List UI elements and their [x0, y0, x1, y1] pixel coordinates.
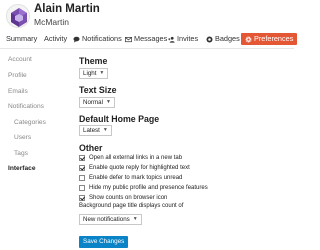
envelope-icon [125, 36, 132, 43]
caret-down-icon: ▼ [102, 127, 108, 133]
tab-badges-label: Badges [215, 34, 240, 43]
gear-icon [245, 36, 252, 43]
sidebar-item-tags[interactable]: Tags [14, 150, 28, 157]
checkbox[interactable] [79, 155, 85, 161]
text-size-select-value: Normal [83, 99, 103, 106]
title-count-select[interactable]: New notifications ▼ [79, 214, 142, 225]
badge-icon [206, 35, 213, 43]
caret-down-icon: ▼ [99, 70, 105, 76]
user-handle: McMartin [34, 17, 69, 27]
option-external-links[interactable]: Open all external links in a new tab [79, 154, 182, 162]
theme-title: Theme [79, 56, 108, 66]
home-page-select-value: Latest [83, 127, 100, 134]
title-count-label: Background page title displays count of [79, 203, 184, 209]
user-header: Alain Martin McMartin [0, 0, 294, 32]
user-plus-icon [168, 36, 175, 43]
nav-divider [0, 48, 294, 49]
sidebar-item-account[interactable]: Account [8, 56, 32, 63]
sidebar-item-emails[interactable]: Emails [8, 88, 28, 95]
caret-down-icon: ▼ [105, 99, 111, 105]
tab-summary-label: Summary [6, 34, 38, 43]
option-label: Show counts on browser icon [89, 195, 168, 201]
option-label: Open all external links in a new tab [89, 155, 183, 161]
other-title: Other [79, 143, 103, 153]
option-label: Enable defer to mark topics unread [89, 175, 183, 181]
avatar[interactable] [6, 4, 30, 28]
comment-icon [73, 36, 80, 43]
text-size-select[interactable]: Normal ▼ [79, 97, 115, 108]
text-size-title: Text Size [79, 85, 117, 95]
option-label: Enable quote reply for highlighted text [89, 165, 190, 171]
tab-notifications-label: Notifications [82, 34, 122, 43]
tab-summary[interactable]: Summary [6, 33, 37, 45]
home-page-title: Default Home Page [79, 114, 160, 124]
option-browser-counts[interactable]: Show counts on browser icon [79, 194, 167, 202]
profile-nav: Summary Activity Notifications Messages … [0, 33, 298, 46]
sidebar-item-notifications[interactable]: Notifications [8, 103, 44, 110]
tab-preferences-label: Preferences [254, 34, 294, 43]
tab-activity-label: Activity [44, 34, 68, 43]
option-hide-profile[interactable]: Hide my public profile and presence feat… [79, 184, 208, 192]
home-page-select[interactable]: Latest ▼ [79, 125, 112, 136]
tab-messages-label: Messages [134, 34, 168, 43]
sidebar-item-users[interactable]: Users [14, 134, 31, 141]
tab-badges[interactable]: Badges [206, 33, 240, 45]
tab-preferences[interactable]: Preferences [241, 33, 298, 45]
theme-select[interactable]: Light ▼ [79, 68, 109, 79]
checkbox[interactable] [79, 165, 85, 171]
option-label: Hide my public profile and presence feat… [89, 185, 208, 191]
tab-messages[interactable]: Messages [125, 33, 167, 45]
option-quote-reply[interactable]: Enable quote reply for highlighted text [79, 164, 190, 172]
title-count-select-value: New notifications [83, 216, 130, 223]
checkbox[interactable] [79, 195, 85, 201]
tab-notifications[interactable]: Notifications [73, 33, 122, 45]
checkbox[interactable] [79, 175, 85, 181]
user-name: Alain Martin [34, 3, 100, 15]
option-defer-unread[interactable]: Enable defer to mark topics unread [79, 174, 182, 182]
tab-invites[interactable]: Invites [168, 33, 198, 45]
save-changes-button[interactable]: Save Changes [79, 236, 129, 248]
sidebar-item-interface[interactable]: Interface [8, 165, 36, 172]
tab-invites-label: Invites [177, 34, 199, 43]
caret-down-icon: ▼ [132, 216, 138, 222]
tab-activity[interactable]: Activity [44, 33, 67, 45]
sidebar-item-categories[interactable]: Categories [14, 119, 46, 126]
checkbox[interactable] [79, 185, 85, 191]
sidebar-item-profile[interactable]: Profile [8, 72, 27, 79]
theme-select-value: Light [83, 70, 97, 77]
